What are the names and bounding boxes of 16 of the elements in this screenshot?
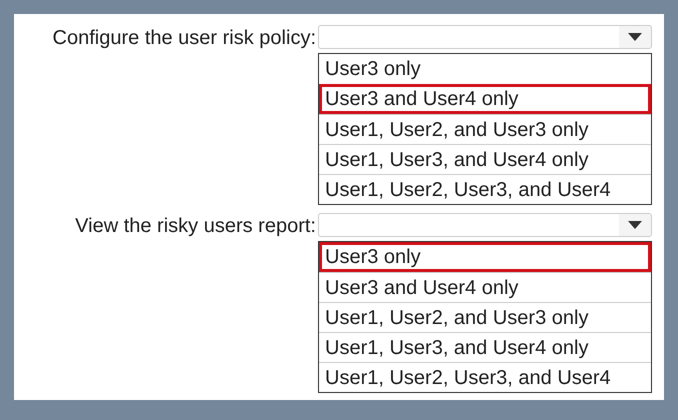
question-label: Configure the user risk policy:	[52, 26, 316, 51]
dropdown-option[interactable]: User1, User3, and User4 only	[319, 332, 651, 362]
dropdown-option[interactable]: User1, User2, User3, and User4	[319, 174, 651, 204]
dropdown-option[interactable]: User1, User2, and User3 only	[319, 302, 651, 332]
dropdown-option[interactable]: User1, User2, and User3 only	[319, 114, 651, 144]
dropdown-option[interactable]: User3 only	[319, 54, 651, 84]
dropdown[interactable]	[318, 213, 652, 237]
dropdown-option[interactable]: User3 and User4 only	[319, 84, 651, 114]
question-label: View the risky users report:	[74, 214, 316, 239]
dropdown-option[interactable]: User1, User2, User3, and User4	[319, 362, 651, 392]
dropdown-option[interactable]: User3 only	[319, 242, 651, 272]
dropdown[interactable]	[318, 25, 652, 49]
caret-icon	[628, 33, 642, 41]
dropdown-option[interactable]: User3 and User4 only	[319, 272, 651, 302]
caret-icon	[628, 221, 642, 229]
dropdown-option[interactable]: User1, User3, and User4 only	[319, 144, 651, 174]
